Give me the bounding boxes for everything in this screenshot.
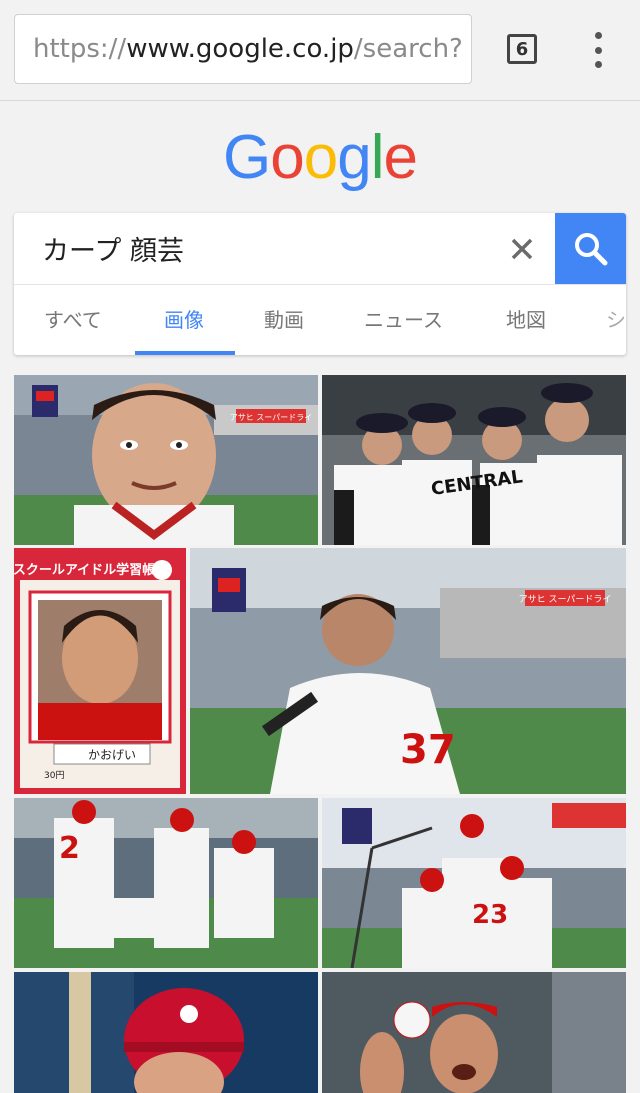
- search-tabs: すべて 画像 動画 ニュース 地図 シ: [14, 284, 626, 355]
- tab-videos[interactable]: 動画: [264, 285, 304, 355]
- image-result[interactable]: 23: [322, 798, 626, 968]
- address-bar[interactable]: https://www.google.co.jp/search?: [14, 14, 472, 84]
- google-logo[interactable]: Google: [0, 122, 640, 193]
- jersey-number: 2: [59, 831, 80, 866]
- notebook-caption: かおげい: [88, 748, 136, 762]
- image-result[interactable]: CENTRAL: [322, 375, 626, 545]
- notebook-title: スクールアイドル学習帳: [14, 562, 155, 578]
- search-row: [14, 213, 626, 284]
- image-result[interactable]: [322, 972, 626, 1093]
- search-box: すべて 画像 動画 ニュース 地図 シ: [14, 213, 626, 355]
- logo-letter: G: [223, 123, 271, 192]
- more-vert-icon[interactable]: [590, 32, 606, 68]
- browser-toolbar: https://www.google.co.jp/search? 6: [0, 0, 640, 101]
- banner-text: アサヒ スーパードライ: [230, 413, 312, 422]
- image-result[interactable]: 2: [14, 798, 318, 968]
- search-input[interactable]: [42, 213, 482, 284]
- tab-images[interactable]: 画像: [164, 285, 204, 355]
- tab-news[interactable]: ニュース: [364, 285, 443, 355]
- tab-more[interactable]: シ: [606, 285, 626, 355]
- jersey-number: 23: [472, 900, 508, 930]
- logo-letter: l: [370, 123, 385, 192]
- logo-letter: o: [270, 123, 304, 192]
- close-icon[interactable]: [502, 229, 542, 269]
- tab-switcher-button[interactable]: 6: [507, 34, 537, 64]
- logo-letter: g: [337, 123, 371, 192]
- url-scheme: https://: [33, 34, 127, 64]
- image-result[interactable]: アサヒ スーパードライ 37: [190, 548, 626, 794]
- search-button[interactable]: [555, 213, 626, 284]
- image-result[interactable]: スクールアイドル学習帳 かおげい 30円: [14, 548, 186, 794]
- search-icon: [574, 232, 607, 265]
- jersey-number: 37: [400, 727, 456, 773]
- notebook-price: 30円: [44, 770, 64, 781]
- logo-letter: e: [383, 123, 417, 192]
- url-host: www.google.co.jp: [126, 34, 354, 64]
- image-result[interactable]: アサヒ スーパードライ: [14, 375, 318, 545]
- tab-maps[interactable]: 地図: [506, 285, 546, 355]
- image-result[interactable]: [14, 972, 318, 1093]
- tab-all[interactable]: すべて: [44, 285, 102, 355]
- active-tab-indicator: [135, 351, 235, 355]
- logo-letter: o: [303, 123, 338, 192]
- url-path: /search?: [353, 34, 463, 64]
- banner-text: アサヒ スーパードライ: [519, 594, 612, 605]
- tab-count: 6: [515, 38, 529, 60]
